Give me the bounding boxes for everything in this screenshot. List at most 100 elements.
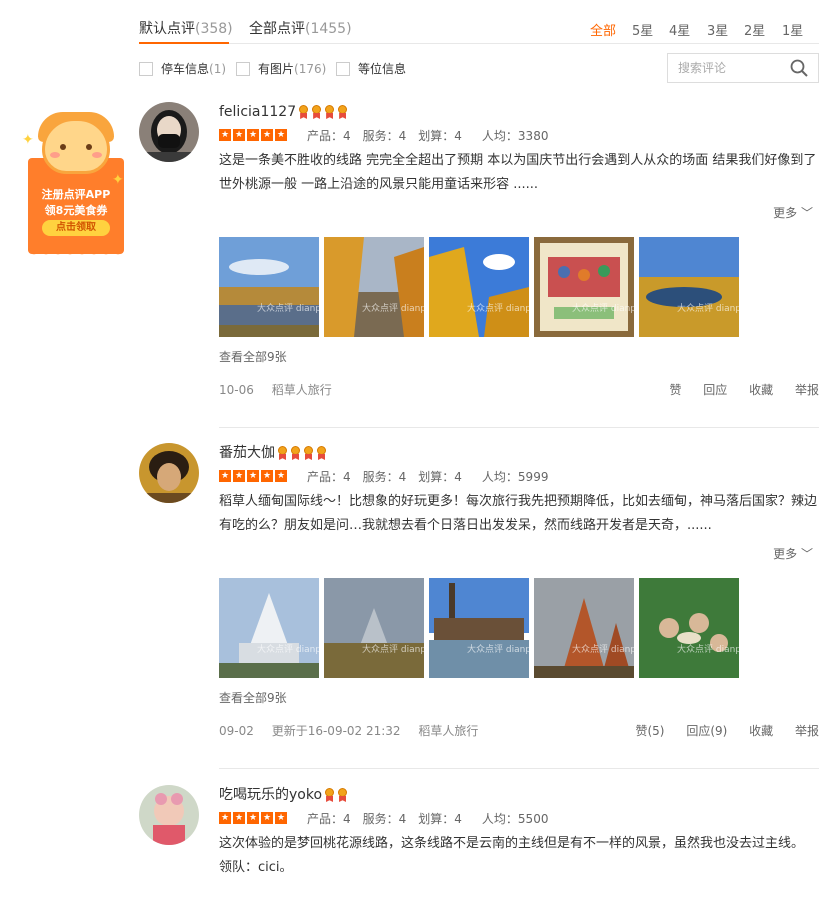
star-icon: ★: [261, 129, 273, 141]
score-service: 服务：4: [362, 811, 407, 826]
username-row: felicia1127: [219, 102, 819, 122]
app-promo-badge[interactable]: ✦ ✦ 注册点评APP 领8元美食券 点击领取: [22, 112, 124, 260]
reply-button[interactable]: 回应(9): [686, 724, 727, 738]
reply-button[interactable]: 回应: [703, 383, 727, 397]
filter-count: (1): [209, 61, 227, 76]
review-text: 这是一条美不胜收的线路 完完全全超出了预期 本以为国庆节出行会遇到人从众的场面 …: [219, 153, 817, 192]
more-link[interactable]: 更多 ﹀: [773, 545, 813, 562]
shop-name[interactable]: 稻草人旅行: [272, 383, 332, 397]
filter-label: 等位信息: [358, 62, 407, 76]
tab-count: (1455): [305, 21, 352, 37]
avatar[interactable]: [139, 443, 199, 503]
rating-row: ★ ★ ★ ★ ★ 产品：4 服务：4 划算：4 人均：3380: [219, 127, 819, 143]
favorite-button[interactable]: 收藏: [749, 724, 773, 738]
rating-row: ★ ★ ★ ★ ★ 产品：4 服务：4 划算：4 人均：5500: [219, 810, 819, 826]
star-filter-4[interactable]: 4星: [669, 20, 690, 39]
watermark: 大众点评 dianping.com: [677, 304, 739, 314]
filter-has-photos[interactable]: 有图片 (176): [236, 60, 326, 77]
view-all-photos-link[interactable]: 查看全部9张: [219, 689, 287, 706]
more-link[interactable]: 更多 ﹀: [773, 204, 813, 221]
promo-claim-button[interactable]: 点击领取: [42, 220, 110, 236]
tab-default-reviews[interactable]: 默认点评(358): [139, 18, 233, 38]
review-photo[interactable]: 大众点评 dianping.com: [429, 237, 529, 337]
mascot-cheek: [50, 152, 60, 158]
avg-price: 人均：5500: [481, 811, 549, 826]
tab-divider: [139, 43, 819, 44]
checkbox[interactable]: [336, 61, 350, 76]
search-input[interactable]: [668, 54, 788, 82]
score-service: 服务：4: [362, 469, 407, 484]
watermark: 大众点评 dianping.com: [467, 645, 529, 655]
review-date: 10-06: [219, 383, 254, 397]
shop-name[interactable]: 稻草人旅行: [418, 724, 478, 738]
watermark: 大众点评 dianping.com: [677, 645, 739, 655]
star-rating: ★ ★ ★ ★ ★: [219, 129, 289, 141]
mascot-eye: [86, 144, 92, 150]
review-photo[interactable]: 大众点评 dianping.com: [639, 237, 739, 337]
filter-label: 停车信息: [161, 62, 210, 76]
like-button[interactable]: 赞(5): [635, 724, 664, 738]
user-medal-icon: [316, 446, 327, 460]
review-photo[interactable]: 大众点评 dianping.com: [534, 578, 634, 678]
filter-waiting[interactable]: 等位信息: [336, 60, 406, 77]
checkbox[interactable]: [139, 61, 153, 76]
review-text: 稻草人缅甸国际线～！比想象的好玩更多！每次旅行我先把预期降低，比如去缅甸，神马落…: [219, 494, 818, 533]
review-actions: 赞(5) 回应(9) 收藏 举报: [617, 722, 819, 739]
star-icon: ★: [247, 812, 259, 824]
review-photo[interactable]: 大众点评 dianping.com: [534, 237, 634, 337]
report-button[interactable]: 举报: [795, 383, 819, 397]
star-icon: ★: [233, 470, 245, 482]
star-rating: ★ ★ ★ ★ ★: [219, 470, 289, 482]
checkbox[interactable]: [236, 61, 250, 76]
review-photo[interactable]: 大众点评 dianping.com: [219, 578, 319, 678]
active-tab-indicator: [139, 42, 229, 44]
score-product: 产品：4: [307, 128, 351, 143]
username[interactable]: 番茄大伽: [219, 443, 275, 463]
username[interactable]: felicia1127: [219, 102, 296, 122]
review-body: felicia1127 ★ ★ ★ ★ ★ 产品：4 服务：4 划算：4 人均：3380…: [219, 102, 819, 364]
watermark: 大众点评 dianping.com: [467, 304, 529, 314]
star-filter-3[interactable]: 3星: [707, 20, 728, 39]
mascot-cheek: [92, 152, 102, 158]
chevron-down-icon: ﹀: [800, 547, 813, 561]
more-label: 更多: [773, 547, 798, 561]
star-icon: ★: [261, 470, 273, 482]
watermark: 大众点评 dianping.com: [257, 645, 319, 655]
review-photo[interactable]: 大众点评 dianping.com: [324, 237, 424, 337]
review-divider: [219, 427, 819, 428]
star-icon: ★: [275, 470, 287, 482]
rating-row: ★ ★ ★ ★ ★ 产品：4 服务：4 划算：4 人均：5999: [219, 468, 819, 484]
filter-parking[interactable]: 停车信息 (1): [139, 60, 226, 77]
avatar[interactable]: [139, 785, 199, 845]
search-icon[interactable]: [790, 59, 808, 77]
report-button[interactable]: 举报: [795, 724, 819, 738]
review-search-box: [667, 53, 819, 83]
favorite-button[interactable]: 收藏: [749, 383, 773, 397]
review-photo[interactable]: 大众点评 dianping.com: [639, 578, 739, 678]
tab-count: (358): [195, 21, 233, 37]
review-meta: 09-02 更新于16-09-02 21:32 稻草人旅行: [219, 722, 492, 739]
star-filter-2[interactable]: 2星: [744, 20, 765, 39]
star-icon: ★: [247, 129, 259, 141]
star-filter-all[interactable]: 全部: [590, 20, 616, 39]
score-value: 划算：4: [418, 128, 462, 143]
review-photo[interactable]: 大众点评 dianping.com: [324, 578, 424, 678]
star-icon: ★: [219, 812, 231, 824]
username-row: 吃喝玩乐的yoko: [219, 785, 819, 805]
review-actions: 赞 回应 收藏 举报: [651, 381, 819, 398]
view-all-photos-link[interactable]: 查看全部9张: [219, 348, 287, 365]
sparkle-icon: ✦: [22, 132, 34, 148]
star-filter-1[interactable]: 1星: [782, 20, 803, 39]
more-label: 更多: [773, 206, 798, 220]
user-medal-icon: [337, 105, 348, 119]
tab-all-reviews[interactable]: 全部点评(1455): [249, 18, 352, 38]
star-filter-5[interactable]: 5星: [632, 20, 653, 39]
avatar[interactable]: [139, 102, 199, 162]
username[interactable]: 吃喝玩乐的yoko: [219, 785, 322, 805]
like-button[interactable]: 赞: [669, 383, 681, 397]
review-photo[interactable]: 大众点评 dianping.com: [219, 237, 319, 337]
score-service: 服务：4: [362, 128, 407, 143]
score-value: 划算：4: [418, 811, 462, 826]
review-photo[interactable]: 大众点评 dianping.com: [429, 578, 529, 678]
star-icon: ★: [233, 129, 245, 141]
